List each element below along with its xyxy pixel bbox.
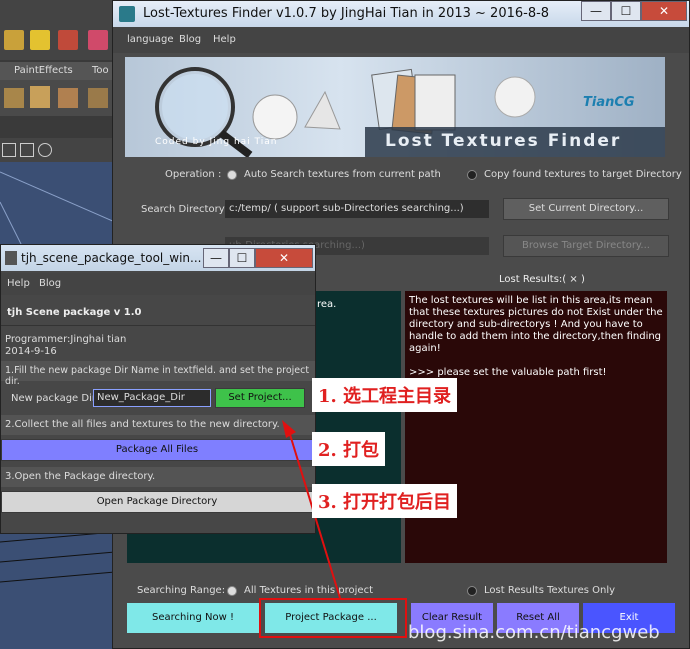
annotation-step1: 1. 选工程主目录 bbox=[312, 378, 458, 412]
watermark: blog.sina.com.cn/tiancgweb bbox=[408, 622, 660, 643]
annotation-step2: 2. 打包 bbox=[312, 432, 386, 466]
annotation-arrow bbox=[282, 420, 341, 599]
annotation-step3: 3. 打开打包后目 bbox=[312, 484, 458, 518]
